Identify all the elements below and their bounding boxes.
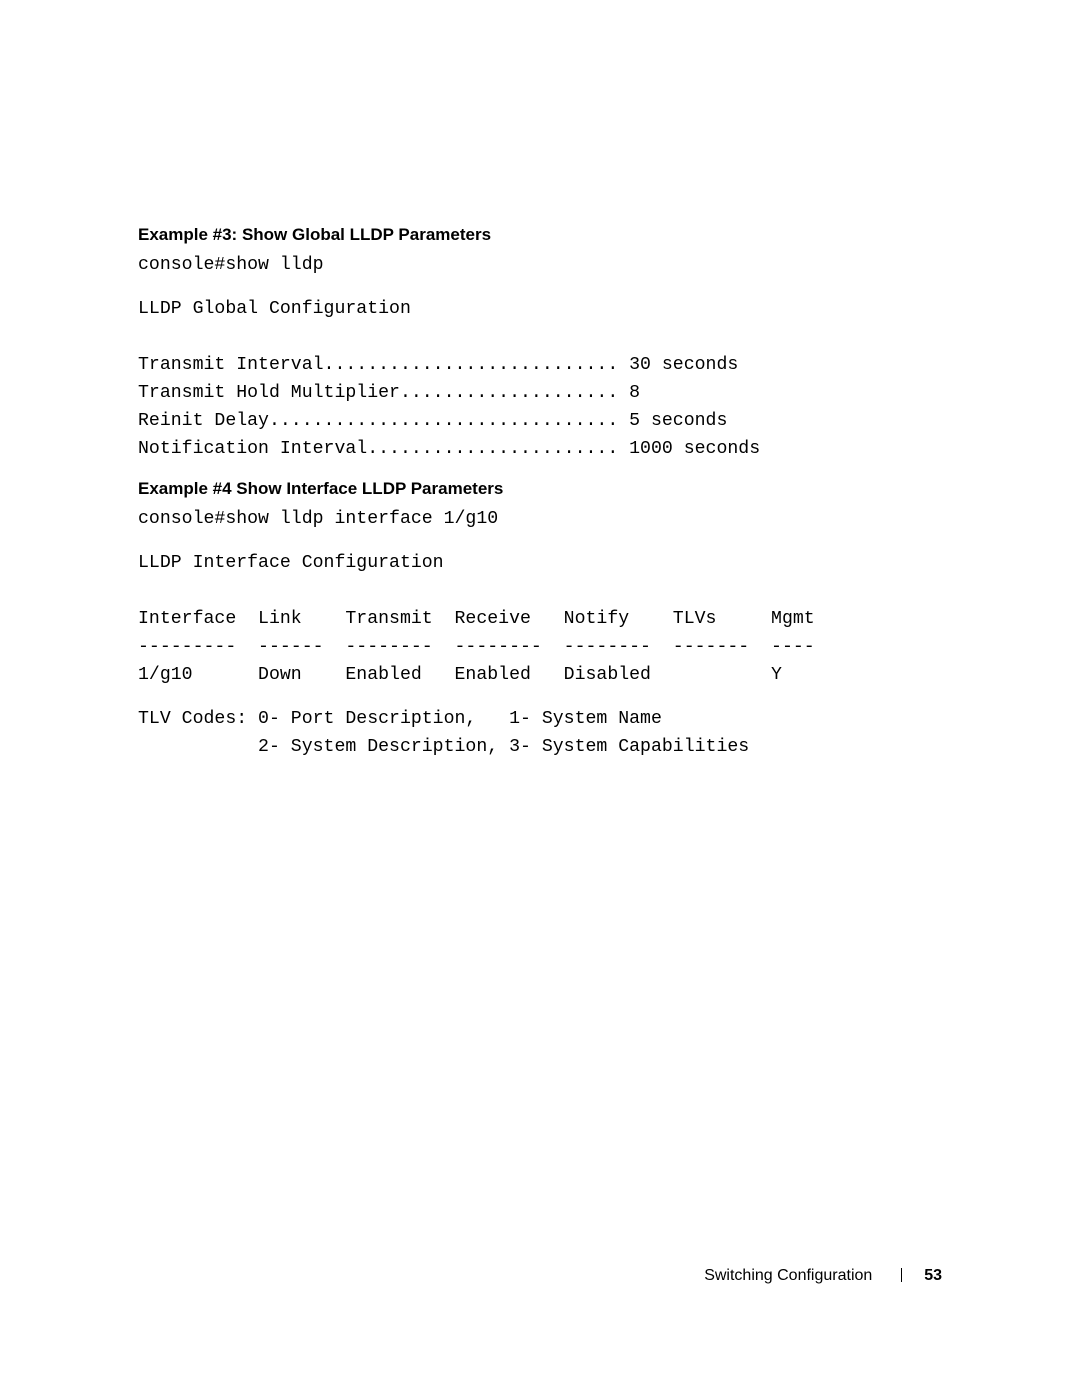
example4-section-title: LLDP Interface Configuration <box>138 549 942 577</box>
example4-blank <box>138 577 942 605</box>
footer-separator <box>901 1268 902 1282</box>
interface-table-row: 1/g10 Down Enabled Enabled Disabled Y <box>138 661 942 689</box>
interface-table-divider: --------- ------ -------- -------- -----… <box>138 633 942 661</box>
example3-line-1: Transmit Interval.......................… <box>138 351 942 379</box>
example3-blank <box>138 323 942 351</box>
example3-heading: Example #3: Show Global LLDP Parameters <box>138 225 942 245</box>
example4-command: console#show lldp interface 1/g10 <box>138 505 942 533</box>
tlv-codes-line-2: 2- System Description, 3- System Capabil… <box>138 733 942 761</box>
document-page: Example #3: Show Global LLDP Parameters … <box>0 0 1080 1397</box>
footer-page-number: 53 <box>924 1267 942 1284</box>
example3-command: console#show lldp <box>138 251 942 279</box>
tlv-codes-line-1: TLV Codes: 0- Port Description, 1- Syste… <box>138 705 942 733</box>
interface-table-header: Interface Link Transmit Receive Notify T… <box>138 605 942 633</box>
page-footer: Switching Configuration 53 <box>704 1267 942 1285</box>
example3-line-3: Reinit Delay............................… <box>138 407 942 435</box>
example4-heading: Example #4 Show Interface LLDP Parameter… <box>138 479 942 499</box>
footer-section: Switching Configuration <box>704 1267 872 1284</box>
example3-section-title: LLDP Global Configuration <box>138 295 942 323</box>
example3-line-4: Notification Interval...................… <box>138 435 942 463</box>
example3-line-2: Transmit Hold Multiplier................… <box>138 379 942 407</box>
